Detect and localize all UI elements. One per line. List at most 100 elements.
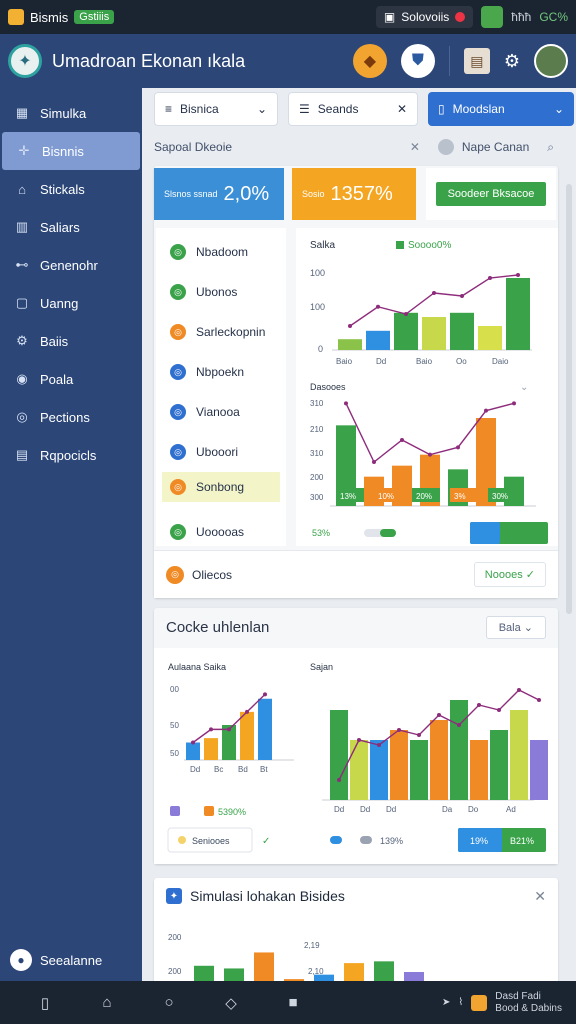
split-button-right-label: B21% bbox=[510, 836, 534, 846]
close-icon[interactable]: ✕ bbox=[534, 888, 546, 905]
list-item[interactable]: ◎ Ubooori bbox=[156, 432, 286, 472]
sidebar-item-simulka[interactable]: ▦ Simulka bbox=[0, 94, 142, 132]
sidebar-item-label: Uanng bbox=[40, 295, 79, 311]
fox-icon[interactable]: ◆ bbox=[352, 44, 387, 78]
app-header: ✦ Umadroan Ekonan ıkala ◆ ⛊ ▤ ⚙ bbox=[0, 34, 576, 88]
clipboard-icon[interactable]: ▤ bbox=[463, 48, 490, 74]
y-tick: 300 bbox=[310, 493, 324, 502]
clip-icon[interactable]: ⌇ bbox=[458, 997, 463, 1008]
scrollbar[interactable] bbox=[566, 184, 572, 614]
sidebar-item-saliars[interactable]: ▥ Saliars bbox=[0, 208, 142, 246]
sidebar-item-stickals[interactable]: ⌂ Stickals bbox=[0, 170, 142, 208]
status-left: Bismis Gstiiis bbox=[8, 9, 115, 25]
primary-dropdown-button[interactable]: ▯ Moodslan ⌄ bbox=[428, 92, 574, 126]
list-item[interactable]: ◎ Nbadoom bbox=[156, 232, 286, 272]
sidebar-footer[interactable]: ● Seealanne bbox=[10, 949, 102, 971]
chart-svg: 200 200 2,19 2,10 bbox=[168, 933, 424, 981]
action-button[interactable]: Soodeer Bksacoe bbox=[435, 182, 547, 206]
data-point bbox=[417, 733, 421, 737]
close-icon[interactable]: ✕ bbox=[410, 140, 420, 154]
stat-value: 2,0% bbox=[223, 182, 270, 205]
footer-button-label: Noooes bbox=[484, 569, 523, 581]
stat-tile-orange[interactable]: Sosio 1357% bbox=[292, 168, 416, 220]
y-tick: 50 bbox=[170, 721, 179, 730]
chart-svg: Aulaana Saika 00 50 50 Dd Bc Bd Bt 5390%… bbox=[167, 662, 548, 853]
bar bbox=[344, 963, 364, 981]
category-dropdown[interactable]: ≡ Bisnica ⌄ bbox=[154, 92, 278, 126]
status-pill[interactable]: ▣ Solovoiis bbox=[375, 6, 474, 28]
bar bbox=[410, 740, 428, 800]
data-point bbox=[344, 401, 348, 406]
circle-icon[interactable]: ○ bbox=[138, 994, 200, 1011]
home-icon[interactable]: ⌂ bbox=[76, 994, 138, 1011]
search-icon[interactable]: ⌕ bbox=[547, 140, 554, 155]
chevron-down-icon: ⌄ bbox=[256, 102, 267, 116]
building-icon: ⌂ bbox=[18, 181, 26, 197]
list-item-label: Ubooori bbox=[196, 445, 239, 459]
toolbar: ≡ Bisnica ⌄ ☰ Seands ✕ ▯ Moodslan ⌄ bbox=[154, 92, 574, 126]
list-item[interactable]: ◎ Uooooas bbox=[156, 512, 286, 552]
list-item-label: Sonbong bbox=[196, 480, 245, 494]
tray-line-1: Dasd Fadi bbox=[495, 990, 541, 1002]
data-point bbox=[397, 728, 401, 732]
list-item[interactable]: ◎ Nbpoekn bbox=[156, 352, 286, 392]
sidebar-item-genenohr[interactable]: ⊷ Genenohr bbox=[0, 246, 142, 284]
person-icon bbox=[437, 139, 454, 155]
logo-icon[interactable]: ✦ bbox=[8, 44, 42, 78]
shield-icon[interactable]: ⛊ bbox=[400, 44, 435, 78]
search-field[interactable]: ☰ Seands ✕ bbox=[288, 92, 418, 126]
status-dot-icon: ◎ bbox=[170, 524, 186, 540]
chat-icon[interactable]: ◇ bbox=[200, 994, 262, 1012]
toggle-b[interactable] bbox=[360, 836, 372, 844]
bar bbox=[374, 961, 394, 981]
sidebar-item-label: Simulka bbox=[40, 105, 87, 121]
app-tray-icon[interactable] bbox=[471, 994, 488, 1011]
list-item-label: Nbadoom bbox=[196, 245, 249, 259]
status-dot-icon: ◎ bbox=[170, 244, 186, 260]
user-label[interactable]: Nape Canan bbox=[462, 140, 529, 154]
list-item[interactable]: ◎ Vianooa bbox=[156, 392, 286, 432]
sidebar-item-uanng[interactable]: ▢ Uanng bbox=[0, 284, 142, 322]
bar bbox=[366, 330, 390, 350]
data-point bbox=[372, 460, 376, 464]
pill-label: Solovoiis bbox=[401, 10, 450, 24]
sidebar-item-rqpocicls[interactable]: ▤ Rqpocicls bbox=[0, 436, 142, 474]
list-item-selected[interactable]: ◎ Sonbong bbox=[162, 472, 280, 502]
x-tick: Dd bbox=[376, 357, 386, 366]
data-point bbox=[348, 324, 352, 328]
notification-icon[interactable] bbox=[481, 6, 504, 28]
legend-swatch bbox=[170, 806, 180, 816]
sidebar-item-pections[interactable]: ◎ Pections bbox=[0, 398, 142, 436]
status-dot-icon: ◎ bbox=[170, 324, 186, 340]
bar bbox=[350, 740, 368, 800]
stat-tile-blue[interactable]: Slsnos ssnad 2,0% bbox=[154, 168, 284, 220]
send-icon[interactable]: ➤ bbox=[442, 997, 450, 1008]
x-tick: Dd bbox=[334, 805, 344, 814]
avatar[interactable] bbox=[534, 44, 568, 78]
data-point bbox=[488, 276, 492, 280]
settings-icon[interactable]: ⚙ bbox=[504, 51, 520, 72]
menu-icon: ≡ bbox=[165, 102, 173, 116]
x-tick: Do bbox=[468, 805, 479, 814]
data-point bbox=[432, 291, 436, 295]
footer-button[interactable]: Noooes ✓ bbox=[473, 562, 546, 587]
sidebar-item-bisnnis[interactable]: ✛ Bisnnis bbox=[2, 132, 140, 170]
primary-label: Moodslan bbox=[452, 102, 505, 116]
toggle-a[interactable] bbox=[330, 836, 342, 844]
bar bbox=[370, 740, 388, 800]
chart-title: Sajan bbox=[310, 662, 333, 672]
list-item[interactable]: ◎ Sarleckopnin bbox=[156, 312, 286, 352]
signal-icon: ħħħ bbox=[511, 10, 532, 24]
sidebar-item-baiis[interactable]: ⚙ Baiis bbox=[0, 322, 142, 360]
x-tick: Daio bbox=[492, 357, 509, 366]
recents-icon[interactable]: ▯ bbox=[14, 994, 76, 1012]
list-item[interactable]: ◎ Ubonos bbox=[156, 272, 286, 312]
window-icon[interactable]: ■ bbox=[262, 994, 324, 1011]
bar bbox=[450, 312, 474, 350]
sidebar-item-poala[interactable]: ◉ Poala bbox=[0, 360, 142, 398]
eye-icon: ◉ bbox=[16, 371, 28, 386]
period-dropdown[interactable]: Bala ⌄ bbox=[485, 615, 546, 639]
table-icon: ▥ bbox=[15, 219, 29, 234]
collapse-icon[interactable]: ⌄ bbox=[520, 382, 528, 393]
clear-icon[interactable]: ✕ bbox=[397, 102, 407, 116]
